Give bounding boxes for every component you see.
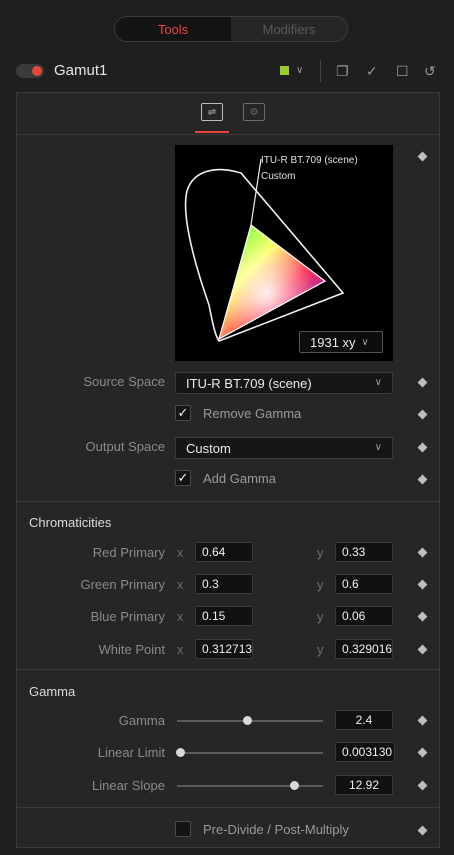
keyframe-diamond-icon[interactable] [417,611,428,622]
chart-view-value: 1931 xy [310,334,356,350]
chromaticities-title: Chromaticities [29,515,112,530]
linear-limit-value-input[interactable]: 0.003130 [335,742,395,762]
keyframe-diamond-icon[interactable] [417,377,428,388]
keyframe-diamond-icon[interactable] [417,715,428,726]
subtab-bar: ⇌ ⚙ [17,93,439,135]
chevron-down-icon: ∨ [374,442,382,453]
blue-primary-y-input[interactable]: 0.06 [335,606,393,626]
linear-limit-slider[interactable] [177,752,323,754]
keyframe-diamond-icon[interactable] [417,579,428,590]
subtab-underline [195,131,229,133]
linear-slope-slider[interactable] [177,785,323,787]
axis-x-label: x [177,642,184,657]
inspector-panel: ⇌ ⚙ ITU-R BT.709 (scene) Custom 1931 xy … [16,92,440,848]
controls-icon[interactable]: ⇌ [201,103,223,121]
output-space-label: Output Space [85,439,166,454]
chart-label-source: ITU-R BT.709 (scene) [261,155,358,166]
window-icon[interactable]: ❐ [336,62,349,80]
red-primary-x-input[interactable]: 0.64 [195,542,253,562]
linear-limit-slider-handle[interactable] [175,748,185,757]
tool-tab-bar: Tools Modifiers [114,16,348,42]
keyframe-diamond-icon[interactable] [417,409,428,420]
keyframe-diamond-icon[interactable] [417,747,428,758]
chevron-down-icon: ∨ [374,377,382,388]
white-point-x-input[interactable]: 0.312713 [195,639,253,659]
keyframe-diamond-icon[interactable] [417,780,428,791]
linear-slope-label: Linear Slope [92,778,165,793]
axis-x-label: x [177,545,184,560]
chart-view-select[interactable]: 1931 xy ∨ [299,331,383,353]
keyframe-diamond-icon[interactable] [417,151,428,162]
chevron-down-icon: ∨ [361,336,369,348]
white-point-label: White Point [98,642,165,657]
output-space-dropdown[interactable]: Custom ∨ [175,437,393,459]
predivide-checkbox[interactable] [175,821,191,837]
linear-slope-value-input[interactable]: 12.92 [335,775,393,795]
toggle-dot [32,66,42,76]
blue-primary-label: Blue Primary [90,609,165,624]
node-header: Gamut1 ∨ ❐ ✓ ☐ ↺ [0,56,454,86]
chart-label-output: Custom [261,171,296,182]
red-primary-y-input[interactable]: 0.33 [335,542,393,562]
gamma-title: Gamma [29,684,76,699]
tab-modifiers[interactable]: Modifiers [231,17,347,41]
output-space-value: Custom [186,440,231,456]
red-primary-label: Red Primary [92,545,165,560]
keyframe-diamond-icon[interactable] [417,644,428,655]
keyframe-diamond-icon[interactable] [417,547,428,558]
linear-slope-slider-handle[interactable] [289,781,299,790]
axis-x-label: x [177,609,184,624]
source-space-value: ITU-R BT.709 (scene) [186,375,312,391]
axis-y-label: y [317,642,324,657]
gamma-label: Gamma [118,713,165,728]
green-primary-label: Green Primary [80,577,165,592]
remove-gamma-checkbox[interactable]: ✓ [175,405,191,421]
section-divider [17,501,439,502]
blue-primary-x-input[interactable]: 0.15 [195,606,253,626]
white-point-y-input[interactable]: 0.329016 [335,639,393,659]
source-space-label: Source Space [83,374,165,389]
lock-icon[interactable]: ☐ [396,62,409,80]
gamut-chart: ITU-R BT.709 (scene) Custom 1931 xy ∨ [175,145,393,361]
header-divider [320,60,321,82]
keyframe-diamond-icon[interactable] [417,442,428,453]
add-gamma-label: Add Gamma [203,471,276,486]
section-divider [17,669,439,670]
label-leader-line [250,158,262,226]
gamma-slider-handle[interactable] [243,716,253,725]
predivide-label: Pre-Divide / Post-Multiply [203,822,349,837]
green-primary-x-input[interactable]: 0.3 [195,574,253,594]
linear-limit-label: Linear Limit [97,745,165,760]
axis-y-label: y [317,609,324,624]
chevron-down-icon[interactable]: ∨ [296,62,303,80]
add-gamma-checkbox[interactable]: ✓ [175,470,191,486]
color-chip[interactable] [280,66,289,75]
tab-tools[interactable]: Tools [115,17,231,41]
node-enable-toggle[interactable] [16,64,44,78]
reset-icon[interactable]: ↺ [424,62,436,80]
remove-gamma-label: Remove Gamma [203,406,302,421]
settings-icon[interactable]: ⚙ [243,103,265,121]
keyframe-diamond-icon[interactable] [417,474,428,485]
gamma-value-input[interactable]: 2.4 [335,710,393,730]
node-title: Gamut1 [54,62,108,79]
axis-x-label: x [177,577,184,592]
section-divider [17,807,439,808]
axis-y-label: y [317,545,324,560]
green-primary-y-input[interactable]: 0.6 [335,574,393,594]
source-space-dropdown[interactable]: ITU-R BT.709 (scene) ∨ [175,372,393,394]
pin-icon[interactable]: ✓ [366,62,378,80]
axis-y-label: y [317,577,324,592]
keyframe-diamond-icon[interactable] [417,825,428,836]
